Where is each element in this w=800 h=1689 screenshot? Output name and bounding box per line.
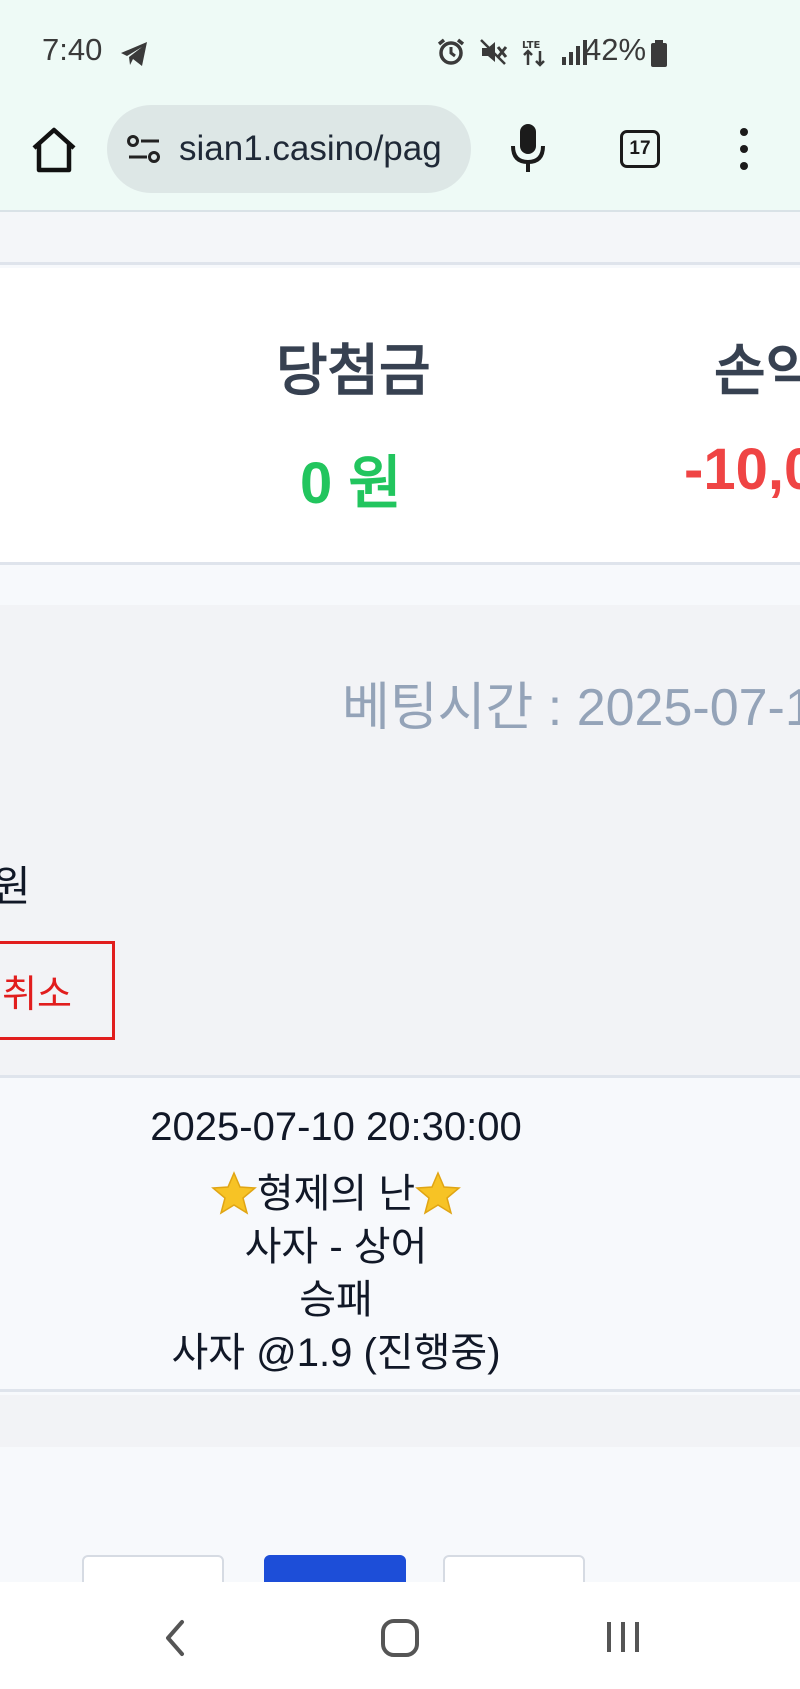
- address-bar[interactable]: sian1.casino/pag: [107, 105, 471, 193]
- below-band: [0, 1395, 800, 1447]
- win-amount-value: 0 원: [300, 451, 402, 516]
- win-amount-label: 당첨금: [276, 339, 431, 402]
- market-type: 승패: [299, 1278, 373, 1322]
- more-vert-icon[interactable]: [738, 128, 750, 172]
- status-time: 7:40: [42, 32, 103, 67]
- match-datetime: 2025-07-10 20:30:00: [150, 1105, 522, 1149]
- recents-icon[interactable]: [604, 1619, 642, 1655]
- page-current-button[interactable]: [264, 1555, 406, 1582]
- pagination: [0, 1447, 800, 1582]
- browser-toolbar: sian1.casino/pag 17: [0, 100, 800, 212]
- league-row: 형제의 난: [36, 1161, 636, 1219]
- bet-pick: 사자 @1.9 (진행중): [171, 1331, 501, 1375]
- content-top-band: [0, 212, 800, 265]
- star-icon: [210, 1171, 257, 1215]
- bet-summary-card: 원 당첨금 0 원 손익 -10,0: [0, 268, 800, 565]
- battery-icon: [651, 40, 667, 67]
- match-teams: 사자 - 상어: [244, 1225, 428, 1269]
- home-circle-icon[interactable]: [380, 1618, 420, 1658]
- profit-label: 손익: [714, 339, 800, 402]
- cancel-bet-button[interactable]: 취소: [0, 941, 115, 1040]
- mic-icon[interactable]: [508, 122, 548, 174]
- home-icon[interactable]: [28, 124, 80, 176]
- bet-detail: 2025-07-10 20:30:00 형제의 난 사자 - 상어 승패 사자 …: [0, 1081, 800, 1392]
- page-next-button[interactable]: [443, 1555, 585, 1582]
- tabs-icon[interactable]: 17: [620, 130, 660, 168]
- alarm-icon: [437, 38, 465, 65]
- bet-item-panel: 베팅시간 : 2025-07-10 원 취소: [0, 605, 800, 1078]
- page-prev-button[interactable]: [82, 1555, 224, 1582]
- league-name: 형제의 난: [256, 1172, 416, 1216]
- system-nav-bar: [0, 1582, 800, 1689]
- profit-value: -10,0: [684, 437, 800, 502]
- bet-amount: 원: [0, 853, 31, 914]
- svg-text:LTE: LTE: [522, 40, 541, 51]
- site-settings-icon[interactable]: [127, 133, 161, 165]
- star-icon: [415, 1171, 462, 1215]
- url-text[interactable]: sian1.casino/pag: [179, 129, 442, 169]
- telegram-icon: [121, 42, 147, 66]
- bet-amount-value: 원: [0, 436, 5, 520]
- back-icon[interactable]: [160, 1618, 190, 1658]
- lte-icon: LTE: [522, 40, 545, 67]
- mute-icon: [480, 39, 508, 65]
- bet-time: 베팅시간 : 2025-07-10: [342, 679, 800, 737]
- battery-percent: 42%: [584, 32, 647, 67]
- spacer: [0, 568, 800, 605]
- status-bar: 7:40 LTE 42%: [0, 0, 800, 100]
